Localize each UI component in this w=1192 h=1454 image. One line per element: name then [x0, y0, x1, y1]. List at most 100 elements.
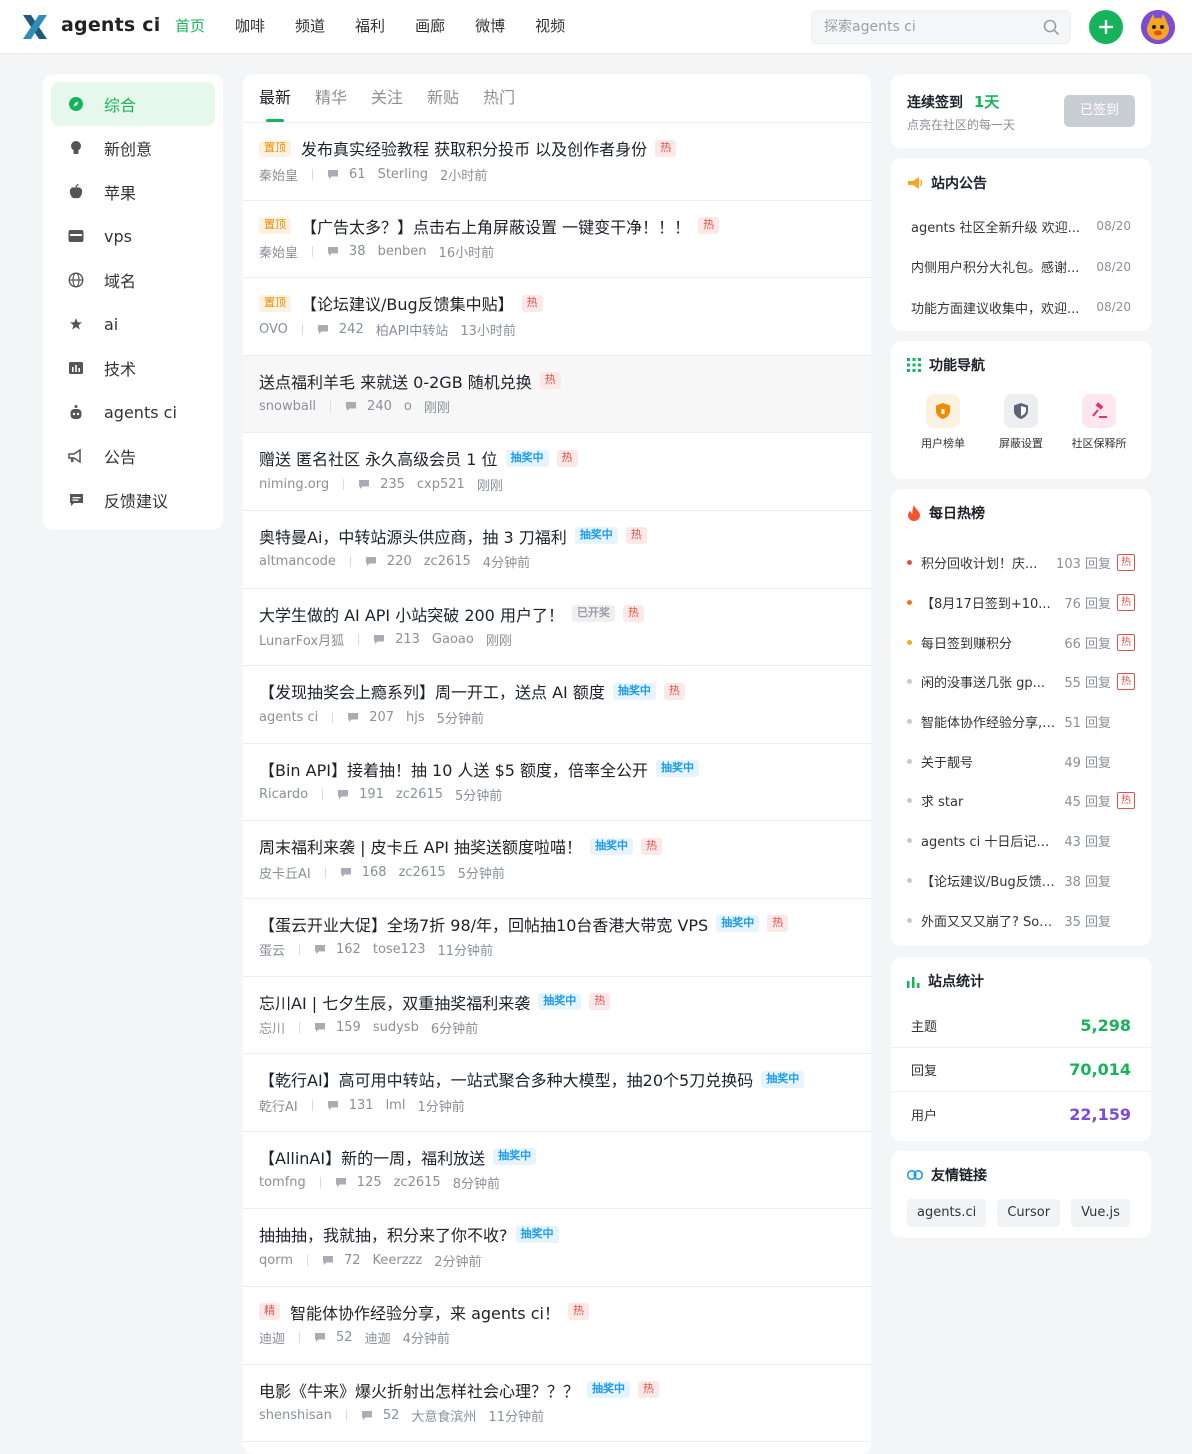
last-replier[interactable]: o: [404, 399, 412, 414]
last-replier[interactable]: cxp521: [417, 477, 465, 492]
sidebar-item-vps[interactable]: vps: [51, 214, 215, 258]
post-author[interactable]: snowball: [259, 399, 316, 414]
sidebar-item-domain[interactable]: 域名: [51, 258, 215, 302]
post-title[interactable]: 忘川AI | 七夕生辰，双重抽奖福利来袭: [259, 990, 530, 1014]
post-author[interactable]: OVO: [259, 322, 288, 337]
post-row[interactable]: 【Bin API】接着抽！抽 10 人送 $5 额度，倍率全公开 抽奖中 Ricar…: [243, 744, 871, 822]
hot-item[interactable]: 【8月17日签到+10... 76 回复热: [891, 583, 1151, 623]
nav-video[interactable]: 视频: [520, 0, 580, 54]
post-title[interactable]: 【Bin API】接着抽！抽 10 人送 $5 额度，倍率全公开: [259, 757, 648, 781]
last-replier[interactable]: Sterling: [378, 167, 428, 182]
post-title[interactable]: 【广告太多？】点击右上角屏蔽设置 一键变干净！！！: [301, 214, 690, 238]
last-replier[interactable]: lml: [386, 1098, 406, 1113]
post-row[interactable]: 置顶 发布真实经验教程 获取积分投币 以及创作者身份热秦始皇 61 Sterling 2…: [243, 123, 871, 201]
tab-following[interactable]: 关注: [371, 74, 403, 122]
last-replier[interactable]: zc2615: [394, 1175, 441, 1190]
post-row[interactable]: 忘川AI | 七夕生辰，双重抽奖福利来袭 抽奖中热忘川 159 sudysb 6分钟前: [243, 977, 871, 1055]
sidebar-item-ideas[interactable]: 新创意: [51, 126, 215, 170]
sidebar-item-apple[interactable]: 苹果: [51, 170, 215, 214]
post-author[interactable]: LunarFox月狐: [259, 630, 344, 649]
last-replier[interactable]: Gaoao: [432, 632, 474, 647]
post-title[interactable]: 抽抽抽，我就抽，积分来了你不收?: [259, 1222, 508, 1246]
post-row[interactable]: 【乾行AI】高可用中转站，一站式聚合多种大模型，抽20个5刀兑换码 抽奖中 乾行AI…: [243, 1054, 871, 1132]
post-author[interactable]: agents ci: [259, 710, 318, 725]
last-replier[interactable]: 柏API中转站: [376, 320, 449, 339]
tab-new[interactable]: 新贴: [427, 74, 459, 122]
hot-item[interactable]: agents ci 十日后记：我... 43 回复: [891, 821, 1151, 861]
new-post-button[interactable]: [1089, 10, 1123, 44]
post-title[interactable]: 【论坛建议/Bug反馈集中贴】: [301, 291, 514, 315]
post-author[interactable]: shenshisan: [259, 1408, 332, 1423]
post-row[interactable]: 置顶 【论坛建议/Bug反馈集中贴】热 OVO 242 柏API中转站 13小时前: [243, 278, 871, 356]
community-bail-button[interactable]: 社区保释所: [1060, 394, 1138, 451]
hot-item[interactable]: 积分回收计划！庆... 103 回复热: [891, 543, 1151, 583]
announcement-item[interactable]: agents 社区全新升级 欢迎... 08/20: [891, 206, 1151, 247]
sidebar-item-general[interactable]: 综合: [51, 82, 215, 126]
logo-icon[interactable]: [20, 12, 50, 42]
post-title[interactable]: 【蛋云开业大促】全场7折 98/年，回帖抽10台香港大带宽 VPS: [259, 912, 708, 936]
post-title[interactable]: 【乾行AI】高可用中转站，一站式聚合多种大模型，抽20个5刀兑换码: [259, 1067, 753, 1091]
post-row[interactable]: 置顶 【广告太多？】点击右上角屏蔽设置 一键变干净！！！ 热秦始皇 38 benben 1…: [243, 201, 871, 279]
announcement-item[interactable]: 内侧用户积分大礼包。感谢... 08/20: [891, 247, 1151, 288]
post-author[interactable]: 秦始皇: [259, 165, 298, 184]
sidebar-item-announcement[interactable]: 公告: [51, 434, 215, 478]
hot-item[interactable]: 关于靓号 49 回复: [891, 741, 1151, 781]
last-replier[interactable]: sudysb: [373, 1020, 419, 1035]
friend-link[interactable]: agents.ci: [907, 1199, 987, 1227]
last-replier[interactable]: zc2615: [424, 554, 471, 569]
hot-item[interactable]: 求 star 45 回复热: [891, 781, 1151, 821]
post-author[interactable]: 蛋云: [259, 940, 285, 959]
nav-home[interactable]: 首页: [160, 0, 220, 54]
nav-channels[interactable]: 频道: [280, 0, 340, 54]
last-replier[interactable]: 迪迦: [365, 1328, 391, 1347]
sidebar-item-tech[interactable]: 技术: [51, 346, 215, 390]
post-row[interactable]: 【蛋云开业大促】全场7折 98/年，回帖抽10台香港大带宽 VPS 抽奖中热蛋云 1…: [243, 899, 871, 977]
post-row[interactable]: 奥特曼Ai，中转站源头供应商，抽 3 刀福利 抽奖中热 altmancode 220 z…: [243, 511, 871, 589]
tab-featured[interactable]: 精华: [315, 74, 347, 122]
post-row[interactable]: 赠送 匿名社区 永久高级会员 1 位抽奖中热 niming.org 235 cxp52…: [243, 433, 871, 511]
post-title[interactable]: 大学生做的 AI API 小站突破 200 用户了！: [259, 602, 564, 626]
hot-item[interactable]: 每日签到赚积分 66 回复热: [891, 622, 1151, 662]
tab-latest[interactable]: 最新: [259, 74, 291, 122]
user-ranking-button[interactable]: 用户榜单: [904, 394, 982, 451]
block-settings-button[interactable]: 屏蔽设置: [982, 394, 1060, 451]
last-replier[interactable]: tose123: [373, 942, 426, 957]
tab-hot[interactable]: 热门: [483, 74, 515, 122]
sidebar-item-ai[interactable]: ai: [51, 302, 215, 346]
post-author[interactable]: Ricardo: [259, 787, 308, 802]
post-row[interactable]: 电影《牛来》爆火折射出怎样社会心理？？？ 抽奖中热 shenshisan 52 大意食滨…: [243, 1365, 871, 1443]
post-author[interactable]: 迪迦: [259, 1328, 285, 1347]
last-replier[interactable]: hjs: [406, 710, 425, 725]
last-replier[interactable]: zc2615: [399, 865, 446, 880]
post-title[interactable]: 发布真实经验教程 获取积分投币 以及创作者身份: [301, 136, 647, 160]
last-replier[interactable]: zc2615: [396, 787, 443, 802]
post-author[interactable]: 忘川: [259, 1018, 285, 1037]
last-replier[interactable]: Keerzzz: [373, 1253, 423, 1268]
sidebar-item-feedback[interactable]: 反馈建议: [51, 478, 215, 522]
post-row[interactable]: 大学生做的 AI API 小站突破 200 用户了！ 已开奖热 LunarFox月狐…: [243, 589, 871, 667]
nav-weibo[interactable]: 微博: [460, 0, 520, 54]
last-replier[interactable]: benben: [378, 244, 427, 259]
post-author[interactable]: 皮卡丘AI: [259, 863, 311, 882]
post-author[interactable]: 乾行AI: [259, 1096, 298, 1115]
post-title[interactable]: 智能体协作经验分享，来 agents ci！: [290, 1300, 560, 1324]
friend-link[interactable]: Vue.js: [1071, 1199, 1130, 1227]
post-title[interactable]: 【AllinAI】新的一周，福利放送: [259, 1145, 485, 1169]
post-row[interactable]: 周末福利来袭 | 皮卡丘 API 抽奖送额度啦喵！ 抽奖中热皮卡丘AI 168 zc2…: [243, 821, 871, 899]
post-title[interactable]: 电影《牛来》爆火折射出怎样社会心理？？？: [259, 1378, 579, 1402]
post-author[interactable]: altmancode: [259, 554, 336, 569]
nav-coffee[interactable]: 咖啡: [220, 0, 280, 54]
search-icon[interactable]: [1043, 19, 1060, 36]
post-title[interactable]: 赠送 匿名社区 永久高级会员 1 位: [259, 446, 498, 470]
post-row[interactable]: 【AllinAI】新的一周，福利放送 抽奖中 tomfng 125 zc2615 8分钟前: [243, 1132, 871, 1210]
nav-welfare[interactable]: 福利: [340, 0, 400, 54]
post-row[interactable]: 【发现抽奖会上瘾系列】周一开工，送点 AI 额度 抽奖中热 agents ci 207…: [243, 666, 871, 744]
hot-item[interactable]: 智能体协作经验分享, ... 51 回复: [891, 702, 1151, 742]
post-title[interactable]: 【发现抽奖会上瘾系列】周一开工，送点 AI 额度: [259, 679, 605, 703]
hot-item[interactable]: 外面又又又崩了? SoCo... 35 回复: [891, 900, 1151, 940]
post-author[interactable]: 秦始皇: [259, 242, 298, 261]
post-title[interactable]: 周末福利来袭 | 皮卡丘 API 抽奖送额度啦喵！: [259, 834, 582, 858]
post-author[interactable]: niming.org: [259, 477, 329, 492]
post-author[interactable]: qorm: [259, 1253, 293, 1268]
checkin-button[interactable]: 已签到: [1064, 95, 1135, 127]
